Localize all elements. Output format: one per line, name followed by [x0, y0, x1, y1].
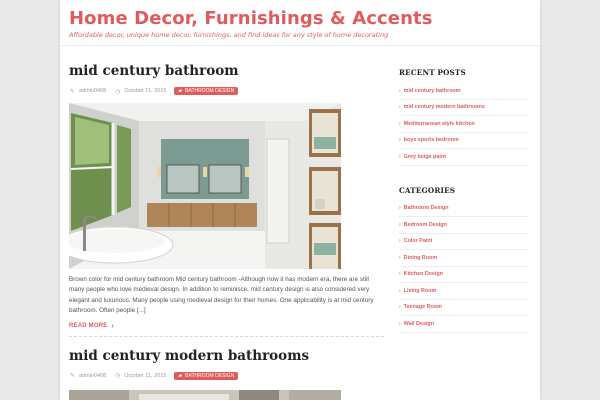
- clock-icon: ◷: [115, 373, 121, 380]
- post: mid century modern bathrooms ✎ admin0408…: [69, 347, 384, 400]
- post-author: ✎ admin0408: [69, 88, 106, 95]
- category-link[interactable]: › Color Paint: [399, 234, 529, 250]
- author-name[interactable]: admin0408: [79, 88, 106, 94]
- main-content: mid century bathroom ✎ admin0408 ◷ Octob…: [69, 62, 384, 400]
- recent-posts-widget: Recent Posts › mid century bathroom › mid …: [399, 68, 529, 166]
- link-label: Dining Room: [403, 254, 438, 261]
- folder-icon: ▰: [178, 372, 183, 379]
- pencil-icon: ✎: [69, 88, 76, 95]
- chevron-right-icon: ›: [399, 320, 401, 327]
- post-meta: ✎ admin0408 ◷ October 11, 2015 ▰ Bathroo…: [69, 369, 384, 383]
- recent-posts-list: › mid century bathroom › mid century moder…: [399, 83, 529, 166]
- post-meta: ✎ admin0408 ◷ October 11, 2015 ▰ Bathroo…: [69, 84, 384, 98]
- chevron-right-icon: ›: [399, 221, 401, 228]
- read-more-link[interactable]: Read More ›: [69, 323, 384, 330]
- category-link[interactable]: › Bathroom Design: [399, 201, 529, 217]
- site-title[interactable]: Home Decor, Furnishings & Accents: [69, 8, 540, 30]
- link-label: Mediterranean style kitchen: [403, 120, 475, 127]
- category-link[interactable]: › Bedroom Design: [399, 217, 529, 234]
- page-container: Home Decor, Furnishings & Accents Afford…: [60, 0, 540, 400]
- folder-icon: ▰: [178, 88, 183, 94]
- link-label: mid century bathroom: [403, 87, 461, 94]
- recent-post-link[interactable]: › Grey beige paint: [399, 149, 529, 166]
- post-title[interactable]: mid century modern bathrooms: [69, 347, 384, 365]
- chevron-right-icon: ›: [399, 153, 401, 160]
- sidebar: Recent Posts › mid century bathroom › mid …: [399, 68, 529, 333]
- post-author: ✎ admin0408: [69, 372, 106, 380]
- post-date: ◷ October 11, 2015: [114, 372, 167, 380]
- chevron-right-icon: ›: [399, 87, 401, 94]
- category-link[interactable]: › Teenage Room: [399, 300, 529, 316]
- link-label: Kitchen Design: [403, 271, 443, 278]
- link-label: Living Room: [403, 287, 437, 294]
- link-label: Bedroom Design: [403, 221, 447, 228]
- author-name[interactable]: admin0408: [79, 373, 106, 379]
- date-text: October 11, 2015: [124, 88, 167, 94]
- link-label: Bathroom Design: [403, 205, 449, 212]
- category-link[interactable]: › Wall Design: [399, 316, 529, 333]
- chevron-right-icon: ›: [399, 254, 401, 261]
- link-label: Color Paint: [403, 238, 433, 245]
- category-label: Bathroom Design: [185, 88, 235, 94]
- site-header: Home Decor, Furnishings & Accents Afford…: [60, 0, 540, 46]
- recent-post-link[interactable]: › mid century modern bathrooms: [399, 100, 529, 116]
- chevron-right-icon: ›: [399, 238, 401, 245]
- bathroom-photo: [69, 103, 341, 269]
- bathroom-photo: [69, 389, 341, 400]
- post-date: ◷ October 11, 2015: [114, 88, 166, 95]
- post-title[interactable]: mid century bathroom: [69, 62, 384, 80]
- link-label: Teenage Room: [403, 304, 442, 311]
- recent-post-link[interactable]: › Mediterranean style kitchen: [399, 116, 529, 133]
- chevron-right-icon: ›: [399, 137, 401, 144]
- recent-post-link[interactable]: › boys sports bedroom: [399, 133, 529, 149]
- widget-title: Recent Posts: [399, 68, 466, 77]
- category-badge[interactable]: ▰ Bathroom Design: [174, 87, 239, 95]
- chevron-right-icon: ›: [399, 304, 401, 311]
- category-link[interactable]: › Living Room: [399, 283, 529, 300]
- category-link[interactable]: › Dining Room: [399, 250, 529, 267]
- categories-list: › Bathroom Design › Bedroom Design › Color …: [399, 201, 529, 333]
- pencil-icon: ✎: [69, 373, 76, 380]
- post-thumbnail[interactable]: [69, 103, 341, 269]
- category-badge[interactable]: ▰ Bathroom Design: [174, 371, 239, 380]
- chevron-right-icon: ›: [111, 322, 114, 330]
- category-label: Bathroom Design: [185, 372, 235, 379]
- widget-title: Categories: [399, 185, 456, 195]
- read-more-label: Read More: [69, 323, 108, 330]
- link-label: Grey beige paint: [403, 153, 446, 160]
- recent-post-link[interactable]: › mid century bathroom: [399, 83, 529, 100]
- post-divider: [69, 335, 384, 337]
- link-label: Wall Design: [403, 320, 435, 327]
- chevron-right-icon: ›: [399, 104, 401, 111]
- clock-icon: ◷: [115, 88, 121, 95]
- link-label: mid century modern bathrooms: [403, 104, 485, 111]
- date-text: October 11, 2015: [124, 372, 167, 379]
- category-link[interactable]: › Kitchen Design: [399, 267, 529, 283]
- post-thumbnail[interactable]: [69, 389, 341, 400]
- chevron-right-icon: ›: [399, 271, 401, 278]
- post-excerpt: Brown color for mid century bathroom Mid…: [69, 276, 374, 315]
- link-label: boys sports bedroom: [403, 137, 459, 144]
- post: mid century bathroom ✎ admin0408 ◷ Octob…: [69, 62, 384, 337]
- chevron-right-icon: ›: [399, 205, 401, 212]
- site-tagline: Affordable decor, unique home decor, fur…: [69, 31, 389, 39]
- chevron-right-icon: ›: [399, 120, 401, 127]
- chevron-right-icon: ›: [399, 287, 401, 294]
- categories-widget: Categories › Bathroom Design › Bedroom Des…: [399, 186, 529, 333]
